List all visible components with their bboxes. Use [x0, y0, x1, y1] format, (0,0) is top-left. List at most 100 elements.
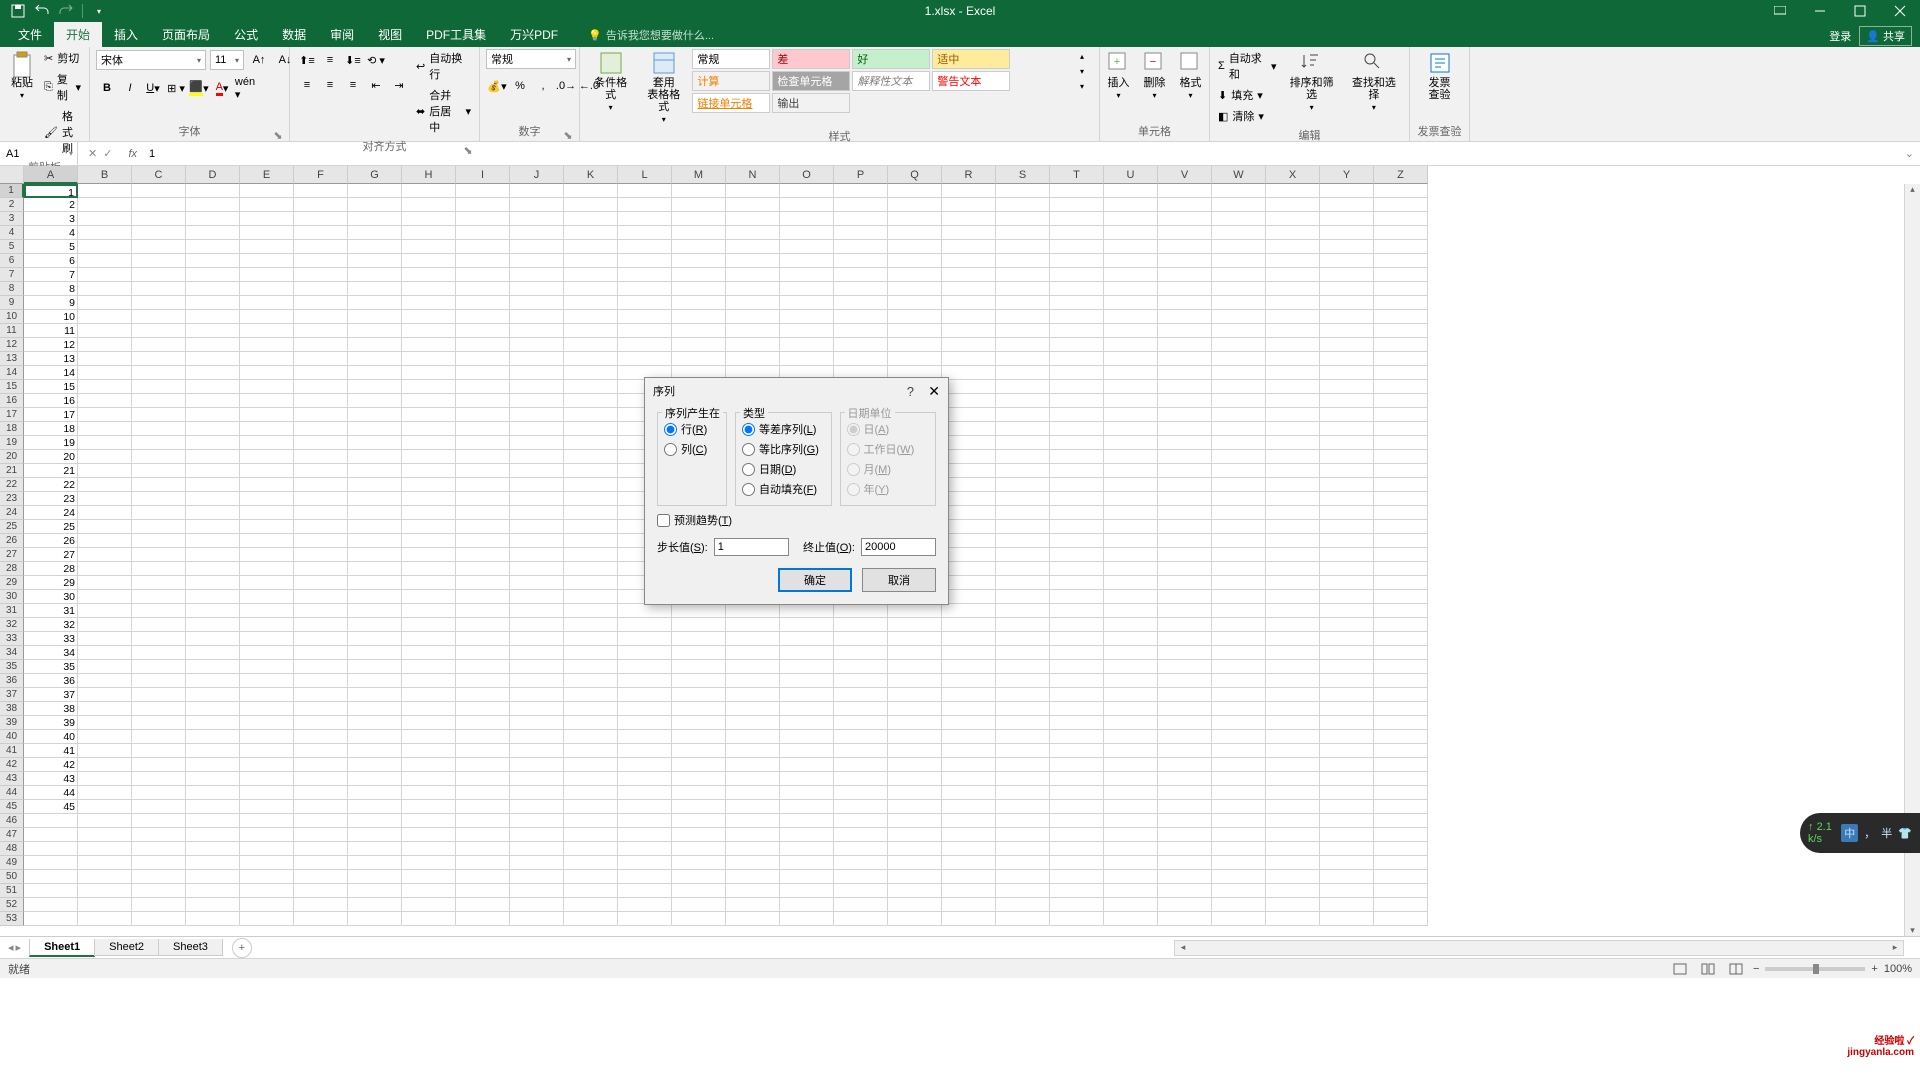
cell[interactable]: [1212, 604, 1266, 618]
find-select-button[interactable]: 查找和选择▾: [1345, 49, 1403, 114]
cell[interactable]: [1266, 268, 1320, 282]
cell[interactable]: [1050, 408, 1104, 422]
cell[interactable]: 22: [24, 478, 78, 492]
cell[interactable]: [132, 842, 186, 856]
col-header[interactable]: E: [240, 166, 294, 184]
cell[interactable]: [1374, 828, 1428, 842]
cell[interactable]: [1320, 226, 1374, 240]
cell[interactable]: [1050, 394, 1104, 408]
cell[interactable]: [996, 464, 1050, 478]
sheet-tab-2[interactable]: Sheet2: [94, 939, 159, 956]
cell[interactable]: [78, 730, 132, 744]
cell[interactable]: [888, 660, 942, 674]
tab-pdf[interactable]: PDF工具集: [414, 22, 498, 47]
cell[interactable]: [1158, 548, 1212, 562]
cell[interactable]: [294, 282, 348, 296]
cell[interactable]: [1104, 590, 1158, 604]
cell[interactable]: [780, 786, 834, 800]
cell[interactable]: [672, 856, 726, 870]
cell[interactable]: [294, 716, 348, 730]
cell[interactable]: [186, 268, 240, 282]
cell[interactable]: [24, 870, 78, 884]
cell[interactable]: [942, 436, 996, 450]
cell[interactable]: [1050, 576, 1104, 590]
cell[interactable]: [294, 506, 348, 520]
cell[interactable]: [1050, 380, 1104, 394]
cell[interactable]: [186, 772, 240, 786]
cell[interactable]: [1212, 758, 1266, 772]
cell[interactable]: [1374, 562, 1428, 576]
radio-column[interactable]: 列(C): [664, 439, 720, 459]
cell[interactable]: [942, 492, 996, 506]
row-header[interactable]: 20: [0, 450, 24, 464]
cell[interactable]: [1320, 730, 1374, 744]
cell[interactable]: [294, 226, 348, 240]
cell[interactable]: [402, 282, 456, 296]
cell[interactable]: [888, 814, 942, 828]
cell[interactable]: [1374, 380, 1428, 394]
cell[interactable]: 29: [24, 576, 78, 590]
cell[interactable]: [132, 534, 186, 548]
cell[interactable]: [888, 226, 942, 240]
phonetic-icon[interactable]: wén ▾: [234, 77, 256, 99]
cell[interactable]: 21: [24, 464, 78, 478]
cell[interactable]: [78, 758, 132, 772]
cell[interactable]: [456, 758, 510, 772]
cell[interactable]: [1266, 352, 1320, 366]
cell[interactable]: [132, 492, 186, 506]
cell[interactable]: [1050, 520, 1104, 534]
cell[interactable]: [1266, 884, 1320, 898]
cell[interactable]: [726, 772, 780, 786]
cell[interactable]: [294, 254, 348, 268]
col-header[interactable]: W: [1212, 166, 1266, 184]
cell[interactable]: [888, 268, 942, 282]
cell[interactable]: [888, 744, 942, 758]
cell[interactable]: [942, 534, 996, 548]
cell[interactable]: [942, 772, 996, 786]
cell[interactable]: [672, 660, 726, 674]
cell[interactable]: [564, 772, 618, 786]
cell[interactable]: [1104, 842, 1158, 856]
row-header[interactable]: 28: [0, 562, 24, 576]
cell[interactable]: [240, 786, 294, 800]
cell[interactable]: [78, 548, 132, 562]
cell[interactable]: [1320, 352, 1374, 366]
cell[interactable]: [618, 898, 672, 912]
cell[interactable]: [24, 814, 78, 828]
cell[interactable]: [1158, 870, 1212, 884]
cell[interactable]: [996, 814, 1050, 828]
cell[interactable]: [132, 352, 186, 366]
cell[interactable]: [348, 338, 402, 352]
cell[interactable]: [1320, 408, 1374, 422]
cell[interactable]: [510, 310, 564, 324]
cell[interactable]: [564, 856, 618, 870]
cell[interactable]: [294, 898, 348, 912]
cell[interactable]: [1374, 394, 1428, 408]
cell[interactable]: [1104, 352, 1158, 366]
zoom-slider[interactable]: [1765, 967, 1865, 971]
cell[interactable]: [564, 702, 618, 716]
style-item[interactable]: 检查单元格: [772, 71, 850, 91]
cell[interactable]: [942, 310, 996, 324]
col-header[interactable]: X: [1266, 166, 1320, 184]
style-item[interactable]: 警告文本: [932, 71, 1010, 91]
cell[interactable]: [510, 464, 564, 478]
cell[interactable]: [888, 702, 942, 716]
cell[interactable]: [996, 688, 1050, 702]
cell[interactable]: [294, 772, 348, 786]
cell[interactable]: [1104, 534, 1158, 548]
cell[interactable]: [1266, 828, 1320, 842]
cell[interactable]: [510, 604, 564, 618]
cell[interactable]: [780, 730, 834, 744]
cell[interactable]: [402, 394, 456, 408]
cell[interactable]: [510, 576, 564, 590]
cell[interactable]: [996, 534, 1050, 548]
cell[interactable]: [402, 450, 456, 464]
cell[interactable]: [456, 688, 510, 702]
cell[interactable]: [996, 744, 1050, 758]
cell[interactable]: [402, 674, 456, 688]
col-header[interactable]: C: [132, 166, 186, 184]
font-launcher[interactable]: ⬊: [273, 129, 283, 139]
cell[interactable]: [456, 702, 510, 716]
cell[interactable]: [834, 618, 888, 632]
